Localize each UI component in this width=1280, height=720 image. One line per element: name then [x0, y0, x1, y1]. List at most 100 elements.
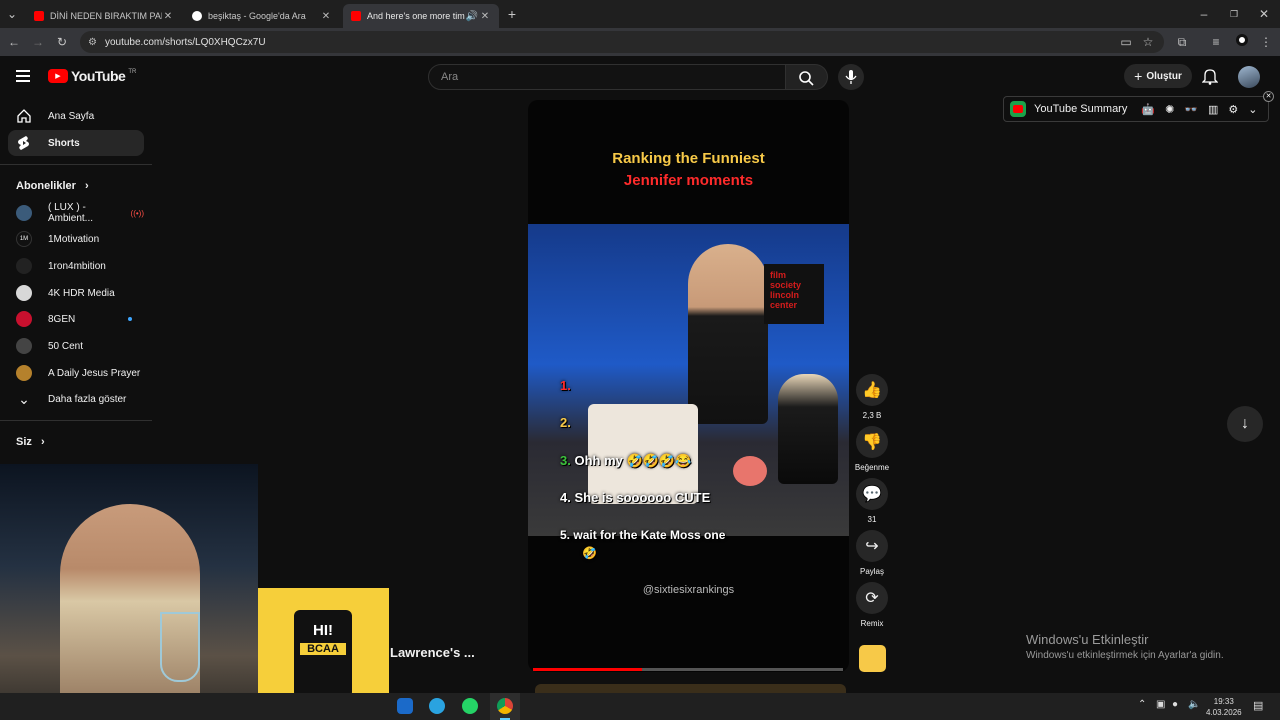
bookmark-star-icon[interactable]: ☆ [1140, 34, 1156, 50]
forward-icon[interactable]: → [30, 34, 46, 50]
audio-wave-icon[interactable]: ▥ [1208, 103, 1218, 116]
tab-search-icon[interactable]: ⌄ [4, 6, 20, 22]
remix-button[interactable]: ⟳ Remix [856, 582, 888, 628]
sidebar-item-shorts[interactable]: Shorts [8, 130, 144, 156]
chevron-right-icon: › [40, 436, 45, 448]
back-icon[interactable]: ← [6, 34, 22, 50]
remix-label: Remix [860, 619, 884, 628]
shorts-player[interactable]: Ranking the Funniest Jennifer moments fi… [528, 100, 849, 672]
rank-item-5: 5. wait for the Kate Moss one [560, 528, 725, 542]
microphone-tray-icon[interactable]: ● [1172, 699, 1178, 710]
notification-center-icon[interactable]: ▤ [1253, 699, 1263, 712]
new-tab-icon[interactable]: + [504, 6, 520, 22]
youtube-logo[interactable]: ▶ YouTube TR [48, 68, 136, 84]
next-title-label: Lawrence's ... [390, 645, 475, 660]
subscription-item[interactable]: 8GEN [8, 306, 144, 332]
rank-item-3: 3. Ohh my 🤣🤣🤣😂 [560, 453, 691, 469]
glasses-icon[interactable]: 👓 [1184, 103, 1198, 116]
create-button[interactable]: + Oluştur [1124, 64, 1192, 88]
comments-button[interactable]: 💬 31 [856, 478, 888, 524]
next-short-preview[interactable] [535, 684, 846, 693]
show-more-button[interactable]: ⌄ Daha fazla göster [8, 386, 144, 412]
window-close-icon[interactable]: ✕ [1256, 6, 1272, 22]
site-info-icon[interactable]: ⚙ [88, 37, 97, 48]
rank-item-4: 4. She is soooooo CUTE [560, 490, 710, 505]
plus-icon: + [1134, 68, 1143, 84]
hamburger-menu-icon[interactable] [16, 70, 30, 82]
subscriptions-header[interactable]: Abonelikler › [16, 180, 89, 192]
dislike-button[interactable]: 👎 Beğenme [855, 426, 889, 472]
trello-icon[interactable] [397, 698, 413, 714]
like-button[interactable]: 👍 2,3 B [856, 374, 888, 420]
chevron-right-icon: › [84, 180, 89, 192]
extension-name: YouTube Summary [1034, 103, 1128, 115]
sidebar: Ana Sayfa Shorts Abonelikler › ( LUX ) -… [0, 98, 152, 468]
subscription-item[interactable]: ( LUX ) - Ambient... ((•)) [8, 200, 144, 226]
chatgpt-icon[interactable]: ✺ [1165, 103, 1174, 116]
guest-figure [688, 244, 768, 424]
subscription-item[interactable]: 1ron4mbition [8, 253, 144, 279]
speaker-icon[interactable]: 🔊 [465, 11, 479, 22]
restore-icon[interactable]: ❐ [1226, 6, 1242, 22]
rank-text: wait for the Kate Moss one [573, 528, 726, 542]
subscription-item[interactable]: 1M 1Motivation [8, 226, 144, 252]
youtube-favicon-icon [351, 11, 361, 21]
account-avatar[interactable] [1238, 66, 1260, 88]
robot-icon[interactable]: 🤖 [1141, 103, 1155, 116]
channel-handle[interactable]: @sixtiesixrankings [528, 584, 849, 596]
sidebar-divider [0, 420, 152, 421]
comment-icon: 💬 [856, 478, 888, 510]
share-button[interactable]: ↪ Paylaş [856, 530, 888, 576]
next-short-button[interactable]: ↓ [1227, 406, 1263, 442]
extensions-icon[interactable]: ⧉ [1174, 34, 1190, 50]
telegram-icon[interactable] [429, 698, 445, 714]
notifications-bell-icon[interactable] [1201, 67, 1219, 85]
rank-number: 2. [560, 415, 571, 430]
network-icon[interactable]: ▣ [1156, 699, 1165, 710]
search-input[interactable]: Ara [428, 64, 786, 90]
close-extension-icon[interactable]: ✕ [1263, 91, 1274, 102]
you-header[interactable]: Siz › [16, 436, 45, 448]
minimize-icon[interactable]: – [1196, 6, 1212, 22]
reload-icon[interactable]: ↻ [54, 34, 70, 50]
subscription-item[interactable]: 4K HDR Media [8, 280, 144, 306]
subscription-item[interactable]: 50 Cent [8, 333, 144, 359]
voice-search-button[interactable] [838, 64, 864, 90]
channel-avatar [16, 338, 32, 354]
subscription-item[interactable]: A Daily Jesus Prayer [8, 360, 144, 386]
browser-menu-icon[interactable]: ⋮ [1258, 34, 1274, 50]
flower-vase [733, 456, 767, 486]
sidebar-item-label: Shorts [48, 137, 80, 149]
channel-avatar [16, 285, 32, 301]
sound-thumbnail[interactable] [859, 645, 886, 672]
tab-dini-neden[interactable]: DİNİ NEDEN BIRAKTIM PART 2 ✕ [26, 4, 182, 28]
tray-chevron-icon[interactable]: ⌃ [1138, 699, 1146, 710]
profile-icon[interactable] [1234, 34, 1250, 50]
tab-active-short[interactable]: And here's one more time 🔊 ✕ [343, 4, 499, 28]
youtube-summary-extension: YouTube Summary 🤖 ✺ 👓 ▥ ⚙ ⌄ ✕ [1003, 91, 1274, 122]
close-tab-icon[interactable]: ✕ [162, 11, 174, 22]
chrome-taskbar-item[interactable] [490, 693, 520, 720]
settings-gear-icon[interactable]: ⚙ [1228, 103, 1238, 116]
clock-time: 19:33 [1213, 697, 1234, 706]
whatsapp-icon[interactable] [462, 698, 478, 714]
channel-name: 50 Cent [48, 340, 84, 352]
sidebar-item-label: Ana Sayfa [48, 110, 95, 122]
media-control-icon[interactable]: ≡ [1208, 34, 1224, 50]
search-button[interactable] [786, 64, 828, 90]
rank-number: 1. [560, 378, 571, 393]
chrome-icon [497, 698, 513, 714]
url-input[interactable]: ⚙ youtube.com/shorts/LQ0XHQCzx7U [80, 31, 1164, 53]
close-tab-icon[interactable]: ✕ [479, 11, 491, 22]
channel-name: A Daily Jesus Prayer [48, 367, 141, 379]
sidebar-item-home[interactable]: Ana Sayfa [8, 103, 144, 129]
close-tab-icon[interactable]: ✕ [320, 11, 332, 22]
progress-bar[interactable] [533, 668, 843, 671]
tab-besiktas[interactable]: beşiktaş - Google'da Ara ✕ [184, 4, 340, 28]
rank-text: Ohh my 🤣🤣🤣😂 [574, 453, 692, 468]
clock[interactable]: 19:33 4.03.2026 [1206, 696, 1242, 718]
cast-icon[interactable]: ▭ [1118, 34, 1134, 50]
volume-icon[interactable]: 🔈 [1188, 699, 1200, 710]
youtube-favicon-icon [34, 11, 44, 21]
chevron-down-icon[interactable]: ⌄ [1248, 103, 1257, 116]
